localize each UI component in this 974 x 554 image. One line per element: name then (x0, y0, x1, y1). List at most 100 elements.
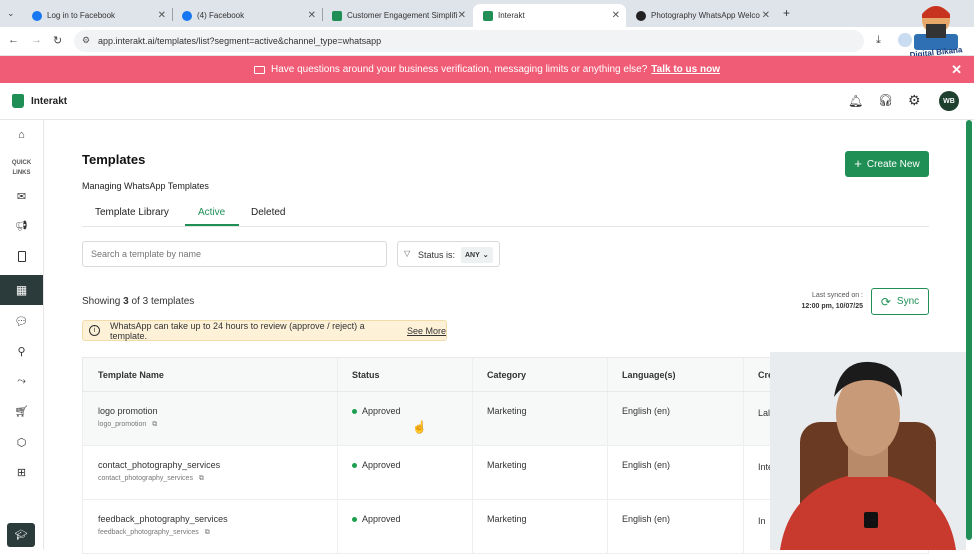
url-text: app.interakt.ai/templates/list?segment=a… (98, 36, 382, 46)
hexagon-icon: ⬡ (16, 436, 27, 449)
template-id: feedback_photography_services ⧉ (98, 529, 210, 536)
status-filter-value-text: ANY (465, 251, 480, 259)
quick-links-label: QUICK LINKS (11, 160, 32, 176)
back-icon[interactable]: ← (8, 34, 19, 46)
apps-icon: ⊞ (16, 466, 27, 479)
avatar[interactable]: WB (939, 91, 959, 111)
tab-template-library[interactable]: Template Library (95, 207, 169, 218)
headset-icon[interactable]: 🎧︎ (878, 93, 893, 107)
facebook-icon (182, 10, 192, 21)
tabs-divider (82, 226, 929, 227)
status-filter[interactable]: ▽ Status is: ANY ⌄ (397, 241, 500, 267)
banner-text: Have questions around your business veri… (270, 64, 648, 75)
mouse-cursor-icon: ☝ (412, 420, 427, 434)
template-id: logo_promotion ⧉ (98, 421, 158, 428)
brand-name[interactable]: Interakt (31, 96, 67, 107)
home-icon: ⌂ (18, 129, 25, 141)
copy-icon[interactable]: ⧉ (199, 475, 204, 482)
chevron-down-icon: ⌄ (482, 252, 489, 259)
app-header: Interakt 🔔︎ 🎧︎ ⚙ WB (0, 83, 974, 120)
sidebar-item-campaigns[interactable]: 📢︎ (0, 211, 43, 241)
status-filter-value[interactable]: ANY ⌄ (461, 247, 493, 263)
create-new-label: Create New (866, 158, 920, 170)
category-cell: Marketing (487, 514, 527, 524)
new-tab-icon[interactable]: + (783, 6, 790, 20)
last-synced-value: 12:00 pm, 10/07/25 (801, 303, 864, 310)
create-new-button[interactable]: + Create New (845, 151, 929, 177)
tab-label: Customer Engagement Simplifi (347, 11, 458, 20)
bell-icon[interactable]: 🔔︎ (848, 94, 863, 108)
bot-icon: ⚲ (17, 345, 26, 358)
sidebar-item-bot[interactable]: ⚲ (0, 336, 43, 366)
language-cell: English (en) (622, 460, 671, 470)
search-input[interactable] (82, 241, 387, 267)
filter-icon: ▽ (404, 249, 411, 258)
page-subtitle: Managing WhatsApp Templates (82, 181, 209, 191)
tab-search-icon[interactable]: ⌄ (7, 8, 15, 19)
sync-button[interactable]: ⟳ Sync (871, 288, 929, 315)
announcement-banner: Have questions around your business veri… (0, 56, 974, 83)
sidebar: ⌂ QUICK LINKS ✉ 📢︎ ▦ 💬︎ ⚲ ⤳ 🛒︎ ⬡ ⊞ 🎓︎ (0, 120, 44, 550)
talk-to-us-link[interactable]: Talk to us now (651, 64, 720, 75)
sidebar-item-workflows[interactable]: ⤳ (0, 366, 43, 396)
sidebar-item-commerce[interactable]: 🛒︎ (0, 396, 43, 426)
gear-icon[interactable]: ⚙ (908, 92, 921, 109)
sidebar-item-contacts[interactable] (0, 241, 43, 271)
column-header: Language(s) (622, 370, 676, 380)
sidebar-item-learn[interactable]: 🎓︎ (7, 523, 35, 547)
download-icon[interactable]: ⤓ (876, 34, 881, 47)
info-icon: i (89, 325, 100, 336)
status-badge: Approved (352, 460, 401, 470)
sidebar-item-home[interactable]: ⌂ (0, 120, 43, 150)
interakt-icon (483, 10, 493, 21)
browser-tab-2[interactable]: (4) Facebook ✕ (172, 4, 322, 27)
close-icon[interactable]: ✕ (158, 10, 166, 21)
sidebar-item-inbox[interactable]: ✉ (0, 181, 43, 211)
sidebar-item-apps[interactable]: ⊞ (0, 457, 43, 487)
interakt-logo-icon[interactable] (12, 94, 24, 108)
template-name: feedback_photography_services (98, 514, 228, 524)
close-icon[interactable]: ✕ (458, 10, 466, 21)
close-icon[interactable]: ✕ (612, 10, 620, 21)
browser-tab-4[interactable]: Interakt ✕ (473, 4, 626, 27)
address-bar-row: ← → ↻ ⚙ app.interakt.ai/templates/list?s… (0, 27, 974, 56)
site-info-icon[interactable]: ⚙ (82, 35, 90, 46)
active-tab-indicator (185, 224, 239, 226)
url-bar[interactable]: ⚙ app.interakt.ai/templates/list?segment… (74, 30, 864, 52)
copy-icon[interactable]: ⧉ (152, 421, 157, 428)
forward-icon[interactable]: → (31, 34, 42, 46)
scrollbar[interactable] (966, 120, 972, 540)
tab-active[interactable]: Active (198, 207, 225, 218)
close-icon[interactable]: ✕ (762, 10, 770, 21)
browser-tab-3[interactable]: Customer Engagement Simplifi ✕ (322, 4, 472, 27)
copy-icon[interactable]: ⧉ (205, 529, 210, 536)
cart-icon: 🛒︎ (14, 405, 29, 418)
template-name: contact_photography_services (98, 460, 221, 470)
created-by-cell: In (758, 516, 766, 526)
book-icon (17, 250, 26, 262)
facebook-icon (32, 10, 42, 21)
tab-label: Photography WhatsApp Welco (651, 11, 760, 20)
interakt-icon (332, 10, 342, 21)
see-more-link[interactable]: See More (407, 326, 446, 336)
sidebar-item-templates[interactable]: ▦ (0, 275, 43, 305)
browser-tab-5[interactable]: Photography WhatsApp Welco ✕ (626, 4, 776, 27)
close-icon[interactable]: ✕ (308, 10, 316, 21)
language-cell: English (en) (622, 406, 671, 416)
close-icon[interactable]: ✕ (951, 62, 962, 78)
tab-label: Log in to Facebook (47, 11, 116, 20)
reload-icon[interactable]: ↻ (53, 34, 62, 47)
template-name: logo promotion (98, 406, 158, 416)
page-title: Templates (82, 152, 146, 167)
tab-deleted[interactable]: Deleted (251, 207, 285, 218)
browser-tab-1[interactable]: Log in to Facebook ✕ (22, 4, 172, 27)
status-filter-label: Status is: (418, 250, 456, 260)
sidebar-item-chat[interactable]: 💬︎ (0, 306, 43, 336)
sidebar-item-integrations[interactable]: ⬡ (0, 427, 43, 457)
last-synced-label: Last synced on : (812, 292, 863, 299)
sync-label: Sync (896, 296, 920, 307)
notice-text: WhatsApp can take up to 24 hours to revi… (110, 320, 365, 341)
sync-icon: ⟳ (880, 294, 891, 309)
status-badge: Approved (352, 514, 401, 524)
chatgpt-icon (636, 10, 646, 21)
